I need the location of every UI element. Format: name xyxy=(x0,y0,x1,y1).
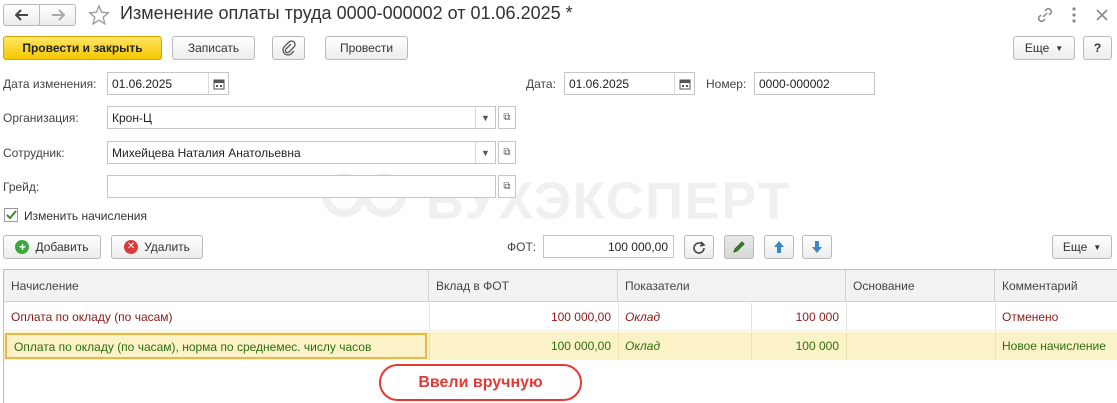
indicator-cell: Оклад xyxy=(625,310,661,324)
arrow-up-icon xyxy=(774,241,784,253)
number-field[interactable]: 0000-000002 xyxy=(754,72,875,95)
column-header-indicators[interactable]: Показатели xyxy=(618,270,846,302)
date-field[interactable]: 01.06.2025 xyxy=(564,72,695,95)
table-header: Начисление Вклад в ФОТ Показатели Основа… xyxy=(4,270,1117,302)
dropdown-arrow-icon[interactable]: ▼ xyxy=(475,107,495,128)
organization-field[interactable]: Крон-Ц ▼ xyxy=(107,106,496,129)
post-button[interactable]: Провести xyxy=(325,36,408,60)
change-accruals-label[interactable]: Изменить начисления xyxy=(24,209,147,223)
chevron-down-icon: ▼ xyxy=(1093,242,1102,252)
save-button[interactable]: Записать xyxy=(172,36,255,60)
fot-value: 100 000,00 xyxy=(607,239,668,254)
number-label: Номер: xyxy=(706,77,747,91)
move-down-button[interactable] xyxy=(802,235,832,259)
column-header-contribution[interactable]: Вклад в ФОТ xyxy=(429,270,618,302)
open-organization-icon[interactable]: ⧉ xyxy=(498,106,516,129)
table-row[interactable]: Оплата по окладу (по часам) 100 000,00 О… xyxy=(4,303,1117,331)
more-button[interactable]: Еще ▼ xyxy=(1013,36,1075,60)
grade-field[interactable] xyxy=(107,175,496,198)
employee-label: Сотрудник: xyxy=(3,146,65,160)
paperclip-icon xyxy=(281,40,296,56)
add-icon: + xyxy=(15,240,30,254)
arrow-left-icon xyxy=(14,9,28,21)
dropdown-arrow-icon[interactable]: ▼ xyxy=(475,142,495,163)
number-value: 0000-000002 xyxy=(759,76,830,91)
more-label: Еще xyxy=(1024,41,1050,55)
arrow-right-icon xyxy=(51,9,65,21)
indicator-cell: Оклад xyxy=(625,339,661,353)
add-button[interactable]: + Добавить xyxy=(3,235,101,259)
table-more-label: Еще xyxy=(1062,240,1088,254)
move-up-button[interactable] xyxy=(764,235,794,259)
accrual-cell: Оплата по окладу (по часам) xyxy=(11,310,173,324)
change-date-label: Дата изменения: xyxy=(3,77,97,91)
column-header-basis[interactable]: Основание xyxy=(846,270,995,302)
close-icon[interactable] xyxy=(1093,6,1111,24)
edit-button[interactable] xyxy=(724,235,754,259)
indicator-value-cell: 100 000 xyxy=(795,310,839,324)
delete-label: Удалить xyxy=(144,240,190,254)
arrow-down-icon xyxy=(812,241,822,253)
fot-label: ФОТ: xyxy=(507,240,537,254)
contribution-cell: 100 000,00 xyxy=(550,339,611,353)
annotation-callout: Ввели вручную xyxy=(379,364,582,401)
attach-button[interactable] xyxy=(272,36,305,60)
window-title: Изменение оплаты труда 0000-000002 от 01… xyxy=(120,3,573,23)
calendar-icon[interactable] xyxy=(208,73,228,94)
date-label: Дата: xyxy=(526,77,556,91)
contribution-cell: 100 000,00 xyxy=(550,310,611,324)
link-icon[interactable] xyxy=(1036,6,1054,24)
back-button[interactable] xyxy=(3,4,40,26)
grade-label: Грейд: xyxy=(3,180,40,194)
add-label: Добавить xyxy=(35,240,89,254)
table-more-button[interactable]: Еще ▼ xyxy=(1052,235,1112,259)
basis-cell xyxy=(846,332,995,360)
delete-icon: ✕ xyxy=(124,240,139,254)
favorite-star-icon[interactable] xyxy=(88,4,110,26)
pencil-icon xyxy=(733,241,745,253)
forward-button[interactable] xyxy=(39,4,76,26)
basis-cell xyxy=(846,303,995,331)
change-accruals-checkbox[interactable] xyxy=(4,208,18,222)
indicator-value-cell: 100 000 xyxy=(795,339,839,353)
post-and-close-button[interactable]: Провести и закрыть xyxy=(3,36,162,60)
comment-cell: Новое начисление xyxy=(1002,339,1106,353)
organization-value: Крон-Ц xyxy=(112,110,152,125)
employee-field[interactable]: Михейцева Наталия Анатольевна ▼ xyxy=(107,141,496,164)
fot-field[interactable]: 100 000,00 xyxy=(543,235,674,258)
table-row-selected[interactable]: Оплата по окладу (по часам), норма по ср… xyxy=(4,332,1117,360)
checkmark-icon xyxy=(6,210,17,220)
more-vertical-icon[interactable] xyxy=(1069,6,1079,24)
refresh-icon xyxy=(693,241,706,254)
open-grade-icon[interactable]: ⧉ xyxy=(498,175,516,198)
comment-cell: Отменено xyxy=(1002,310,1059,324)
employee-value: Михейцева Наталия Анатольевна xyxy=(112,145,301,160)
change-date-value: 01.06.2025 xyxy=(112,76,173,91)
calendar-icon[interactable] xyxy=(674,73,694,94)
date-value: 01.06.2025 xyxy=(569,76,630,91)
refresh-button[interactable] xyxy=(684,235,714,259)
accrual-cell[interactable]: Оплата по окладу (по часам), норма по ср… xyxy=(5,333,427,359)
column-header-comment[interactable]: Комментарий xyxy=(995,270,1117,302)
delete-button[interactable]: ✕ Удалить xyxy=(111,235,203,259)
column-header-accrual[interactable]: Начисление xyxy=(4,270,429,302)
open-employee-icon[interactable]: ⧉ xyxy=(498,141,516,164)
change-date-field[interactable]: 01.06.2025 xyxy=(107,72,229,95)
chevron-down-icon: ▼ xyxy=(1055,43,1064,53)
organization-label: Организация: xyxy=(3,111,79,125)
help-button[interactable]: ? xyxy=(1083,36,1112,60)
